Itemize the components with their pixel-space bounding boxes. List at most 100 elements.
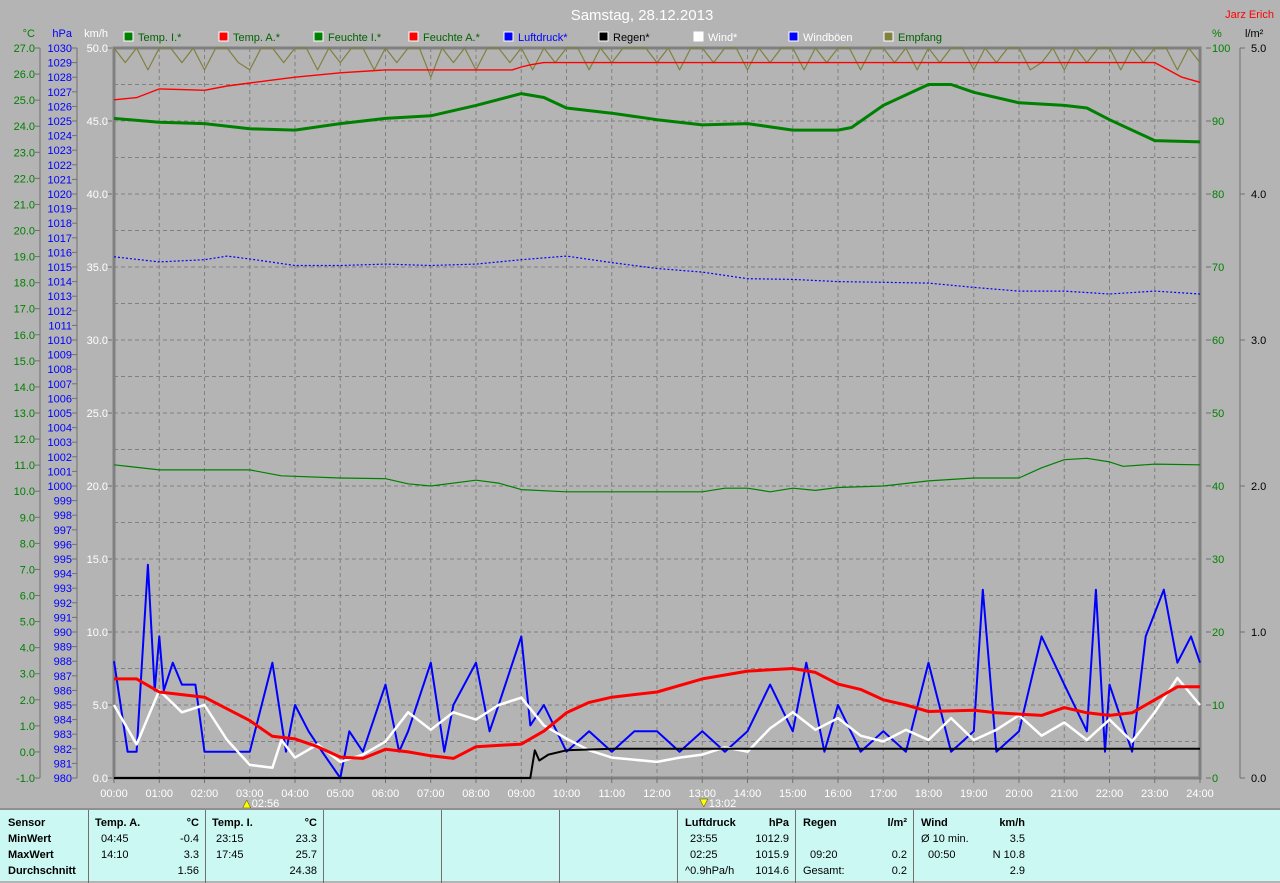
temp-tick-label: 3.0	[20, 669, 35, 681]
temp-tick-label: 13.0	[14, 408, 35, 420]
press-tick-label: 1009	[48, 350, 72, 362]
x-tick-label: 20:00	[1005, 788, 1033, 800]
press-tick-label: 1015	[48, 262, 72, 274]
temp-tick-label: 4.0	[20, 643, 35, 655]
press-tick-label: 993	[54, 583, 72, 595]
press-tick-label: 989	[54, 642, 72, 654]
legend-swatch	[788, 31, 799, 42]
temp-i-max: 25.7	[295, 849, 317, 861]
legend-swatch	[123, 31, 134, 42]
temp-a-avg: 1.56	[177, 865, 199, 877]
summary-temp-a: Temp. A. °C 04:45 -0.4 14:10 3.3 1.56	[88, 810, 205, 883]
press-tick-label: 1023	[48, 145, 72, 157]
temp-unit-label: °C	[23, 28, 35, 40]
wind-avg: 2.9	[1009, 865, 1025, 877]
wind-tick-label: 15.0	[87, 554, 108, 566]
press-tick-label: 998	[54, 510, 72, 522]
press-tick-label: 1016	[48, 247, 72, 259]
x-tick-label: 18:00	[915, 788, 943, 800]
temp-tick-label: 7.0	[20, 564, 35, 576]
press-tick-label: 1022	[48, 160, 72, 172]
temp-i-unit: °C	[304, 817, 317, 829]
press-tick-label: 982	[54, 744, 72, 756]
legend: Temp. I.* Temp. A.* Feuchte I.* Feuchte A.*…	[123, 31, 942, 44]
press-tick-label: 1000	[48, 481, 72, 493]
press-tick-label: 1026	[48, 101, 72, 113]
time-marker-label: 02:56	[252, 798, 280, 808]
legend-swatch	[598, 31, 609, 42]
rain-tick-label: 5.0	[1251, 43, 1266, 55]
x-tick-label: 15:00	[779, 788, 807, 800]
temp-tick-label: 17.0	[14, 304, 35, 316]
hum-tick-label: 0	[1212, 773, 1218, 785]
press-tick-label: 1008	[48, 364, 72, 376]
wind-tick-label: 10.0	[87, 627, 108, 639]
x-tick-label: 14:00	[734, 788, 762, 800]
arrow-up-icon	[242, 799, 251, 808]
x-tick-label: 11:00	[598, 788, 625, 800]
x-tick-label: 10:00	[553, 788, 581, 800]
wind-tick-label: 50.0	[87, 43, 108, 55]
temp-tick-label: 12.0	[14, 434, 35, 446]
press-tick-label: 1014	[48, 277, 72, 289]
press-tick-label: 986	[54, 685, 72, 697]
press-tick-label: 992	[54, 598, 72, 610]
author-label: Jarz Erich	[1225, 9, 1274, 21]
temp-tick-label: 25.0	[14, 95, 35, 107]
rain-total-label: Gesamt:	[803, 865, 845, 877]
press-tick-label: 990	[54, 627, 72, 639]
legend-item: Temp. A.*	[233, 32, 281, 44]
legend-swatch	[218, 31, 229, 42]
x-tick-label: 05:00	[326, 788, 354, 800]
press-tick-label: 1005	[48, 408, 72, 420]
rain-total: 0.2	[891, 865, 907, 877]
summary-panel: Sensor MinWert MaxWert Durchschnitt Temp…	[0, 808, 1280, 883]
summary-empty-2	[441, 810, 559, 883]
legend-item: Temp. I.*	[138, 32, 182, 44]
legend-item: Feuchte A.*	[423, 32, 481, 44]
rain-unit-label: l/m²	[1245, 28, 1264, 40]
rain-max-time: 09:20	[810, 849, 838, 861]
hum-tick-label: 80	[1212, 189, 1224, 201]
temp-tick-label: 22.0	[14, 173, 35, 185]
press-tick-label: 1002	[48, 452, 72, 464]
wind-tick-label: 25.0	[87, 408, 108, 420]
press-tick-label: 1001	[48, 466, 72, 478]
pressure-header: Luftdruck	[685, 817, 736, 829]
x-tick-label: 00:00	[100, 788, 128, 800]
temp-a-min-time: 04:45	[101, 833, 129, 845]
legend-item: Regen*	[613, 32, 650, 44]
press-tick-label: 1010	[48, 335, 72, 347]
press-tick-label: 988	[54, 656, 72, 668]
hum-unit-label: %	[1212, 28, 1222, 40]
press-tick-label: 980	[54, 773, 72, 785]
wind-max-time: 00:50	[928, 849, 956, 861]
x-tick-label: 21:00	[1050, 788, 1078, 800]
wind-unit: km/h	[999, 817, 1025, 829]
wind-tick-label: 35.0	[87, 262, 108, 274]
temp-tick-label: 20.0	[14, 226, 35, 238]
x-tick-label: 12:00	[643, 788, 671, 800]
x-tick-label: 04:00	[281, 788, 309, 800]
hum-tick-label: 10	[1212, 700, 1224, 712]
pressure-min-time: 23:55	[690, 833, 718, 845]
summary-pressure: Luftdruck hPa 23:55 1012.9 02:25 1015.9 …	[677, 810, 795, 883]
wind-tick-label: 5.0	[93, 700, 108, 712]
temp-tick-label: 24.0	[14, 121, 35, 133]
temp-a-max-time: 14:10	[101, 849, 129, 861]
wind-tick-label: 45.0	[87, 116, 108, 128]
press-tick-label: 985	[54, 700, 72, 712]
temp-i-max-time: 17:45	[216, 849, 244, 861]
legend-item: Luftdruck*	[518, 32, 568, 44]
temp-a-min: -0.4	[180, 833, 199, 845]
press-tick-label: 996	[54, 539, 72, 551]
rain-tick-label: 0.0	[1251, 773, 1266, 785]
x-tick-label: 16:00	[824, 788, 852, 800]
press-tick-label: 995	[54, 554, 72, 566]
summary-rain: Regen l/m² 09:20 0.2 Gesamt: 0.2	[795, 810, 913, 883]
legend-item: Windböen	[803, 32, 853, 44]
wind-tick-label: 0.0	[93, 773, 108, 785]
summary-wind: Wind km/h Ø 10 min. 3.5 00:50 N 10.8 2.9	[913, 810, 1031, 883]
temp-tick-label: 6.0	[20, 591, 35, 603]
press-tick-label: 984	[54, 715, 72, 727]
